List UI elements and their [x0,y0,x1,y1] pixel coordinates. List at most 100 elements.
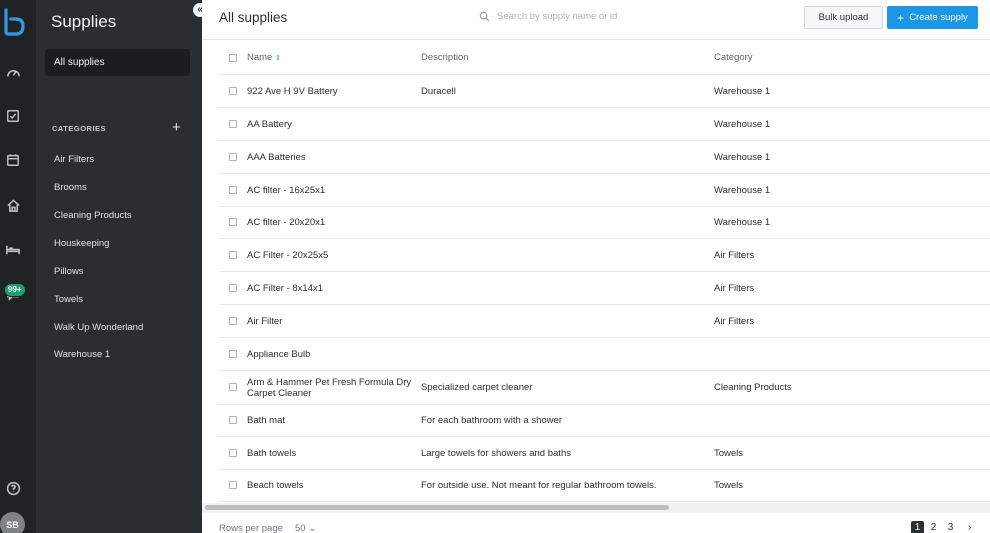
chevron-down-icon: ⌄ [308,523,317,533]
page-button[interactable]: 3 [944,521,957,533]
sidebar-item-category[interactable]: Houskeeping [54,238,109,249]
cell-name[interactable]: AC Filter - 20x25x5 [247,250,417,261]
row-checkbox[interactable] [229,416,237,424]
select-all-checkbox[interactable] [229,54,237,62]
table-row[interactable]: Appliance Bulb [219,338,990,371]
calendar-icon[interactable] [4,151,22,169]
row-checkbox[interactable] [229,350,237,358]
sidebar-item-category[interactable]: Pillows [54,266,84,277]
avatar[interactable]: SB [0,512,25,533]
pagination-footer: Rows per page 50 ⌄ 1 2 3 › [202,515,990,533]
table-header: Name ⇕ Description Category [219,41,990,75]
cell-category: Air Filters [714,283,755,294]
row-checkbox[interactable] [229,153,237,161]
sidebar-item-category[interactable]: Air Filters [54,154,94,165]
row-checkbox[interactable] [229,87,237,95]
plus-icon: + [897,10,905,25]
cell-name[interactable]: Bath towels [247,448,417,459]
sidebar-item-category[interactable]: Walk Up Wonderland [54,322,143,333]
cell-category: Towels [714,480,744,491]
table-row[interactable]: Arm & Hammer Pet Fresh Formula Dry Carpe… [219,371,990,405]
cell-name[interactable]: AAA Batteries [247,152,417,163]
cell-description: Large towels for showers and baths [421,448,571,459]
help-icon[interactable] [4,479,22,497]
cell-name[interactable]: Bath mat [247,415,417,426]
rows-per-page-label: Rows per page [219,523,283,533]
cell-name[interactable]: Beach towels [247,480,417,491]
page-title: All supplies [219,10,288,25]
table-row[interactable]: AA Battery Warehouse 1 [219,108,990,141]
cell-category: Warehouse 1 [714,185,771,196]
horizontal-scrollbar[interactable] [202,503,990,513]
bulk-upload-button[interactable]: Bulk upload [804,6,883,29]
sidebar-item-category[interactable]: Warehouse 1 [54,349,110,360]
notification-badge: 99+ [4,283,26,297]
rows-per-page-select[interactable]: 50 ⌄ [295,523,316,533]
sidebar-item-category[interactable]: Cleaning Products [54,210,132,221]
cell-name[interactable]: Air Filter [247,316,417,327]
add-category-button[interactable]: + [172,119,181,136]
table-row[interactable]: 922 Ave H 9V Battery Duracell Warehouse 1 [219,75,990,108]
cell-name[interactable]: AC filter - 16x25x1 [247,185,417,196]
cell-category: Warehouse 1 [714,119,771,130]
search-placeholder: Search by supply name or id [497,11,618,22]
row-checkbox[interactable] [229,449,237,457]
table-row[interactable]: Bath mat For each bathroom with a shower [219,405,990,437]
table-row[interactable]: AC filter - 20x20x1 Warehouse 1 [219,207,990,239]
row-checkbox[interactable] [229,186,237,194]
table-row[interactable]: AC filter - 16x25x1 Warehouse 1 [219,174,990,207]
chevron-right-icon[interactable]: › [963,521,976,533]
cell-category: Warehouse 1 [714,86,771,97]
table-row[interactable]: AC Filter - 8x14x1 Air Filters [219,272,990,305]
search-input[interactable]: Search by supply name or id [479,11,617,22]
table-row[interactable]: Bath towels Large towels for showers and … [219,437,990,470]
scrollbar-thumb[interactable] [205,505,669,510]
row-checkbox[interactable] [229,120,237,128]
row-checkbox[interactable] [229,284,237,292]
page-button[interactable]: 2 [927,521,940,533]
cell-name[interactable]: Arm & Hammer Pet Fresh Formula Dry Carpe… [247,377,417,399]
table-row[interactable]: Air Filter Air Filters [219,305,990,338]
cell-description: Specialized carpet cleaner [421,382,533,393]
table-row[interactable]: AAA Batteries Warehouse 1 [219,141,990,174]
main-content: All supplies Search by supply name or id… [202,0,990,533]
column-header-name[interactable]: Name ⇕ [247,52,417,64]
sort-icon[interactable]: ⇕ [275,55,281,62]
sidebar-item-category[interactable]: Brooms [54,182,87,193]
page-button[interactable]: 1 [911,521,924,533]
sidebar-item-all-supplies[interactable]: All supplies [45,49,190,76]
column-header-description: Description [421,52,469,63]
cell-name[interactable]: AC Filter - 8x14x1 [247,283,417,294]
create-supply-button[interactable]: + Create supply [887,6,978,29]
checkbox-task-icon[interactable] [4,107,22,125]
cell-name[interactable]: Appliance Bulb [247,349,417,360]
top-bar: All supplies Search by supply name or id… [202,0,990,40]
create-supply-label: Create supply [909,12,968,23]
cell-category: Air Filters [714,250,755,261]
cell-description: For outside use. Not meant for regular b… [421,480,657,491]
home-icon[interactable] [4,196,22,214]
cell-name[interactable]: 922 Ave H 9V Battery [247,86,417,97]
table-row[interactable]: AC Filter - 20x25x5 Air Filters [219,239,990,272]
cell-name[interactable]: AA Battery [247,119,417,130]
cell-description: Duracell [421,86,456,97]
table-row[interactable]: Beach towels For outside use. Not meant f… [219,470,990,502]
dashboard-icon[interactable] [4,64,22,82]
cell-category: Towels [714,448,744,459]
app-logo[interactable] [3,8,25,36]
cell-description: For each bathroom with a shower [421,415,562,426]
row-checkbox[interactable] [229,218,237,226]
categories-sidebar: Supplies « All supplies CATEGORIES + Air… [36,0,207,533]
cell-name[interactable]: AC filter - 20x20x1 [247,217,417,228]
cell-category: Warehouse 1 [714,217,771,228]
row-checkbox[interactable] [229,251,237,259]
search-icon [479,11,490,22]
sidebar-item-category[interactable]: Towels [54,294,83,305]
row-checkbox[interactable] [229,383,237,391]
bed-icon[interactable] [4,240,22,258]
cell-category: Cleaning Products [714,382,792,393]
row-checkbox[interactable] [229,481,237,489]
cell-category: Air Filters [714,316,755,327]
column-header-category: Category [714,52,753,63]
row-checkbox[interactable] [229,317,237,325]
